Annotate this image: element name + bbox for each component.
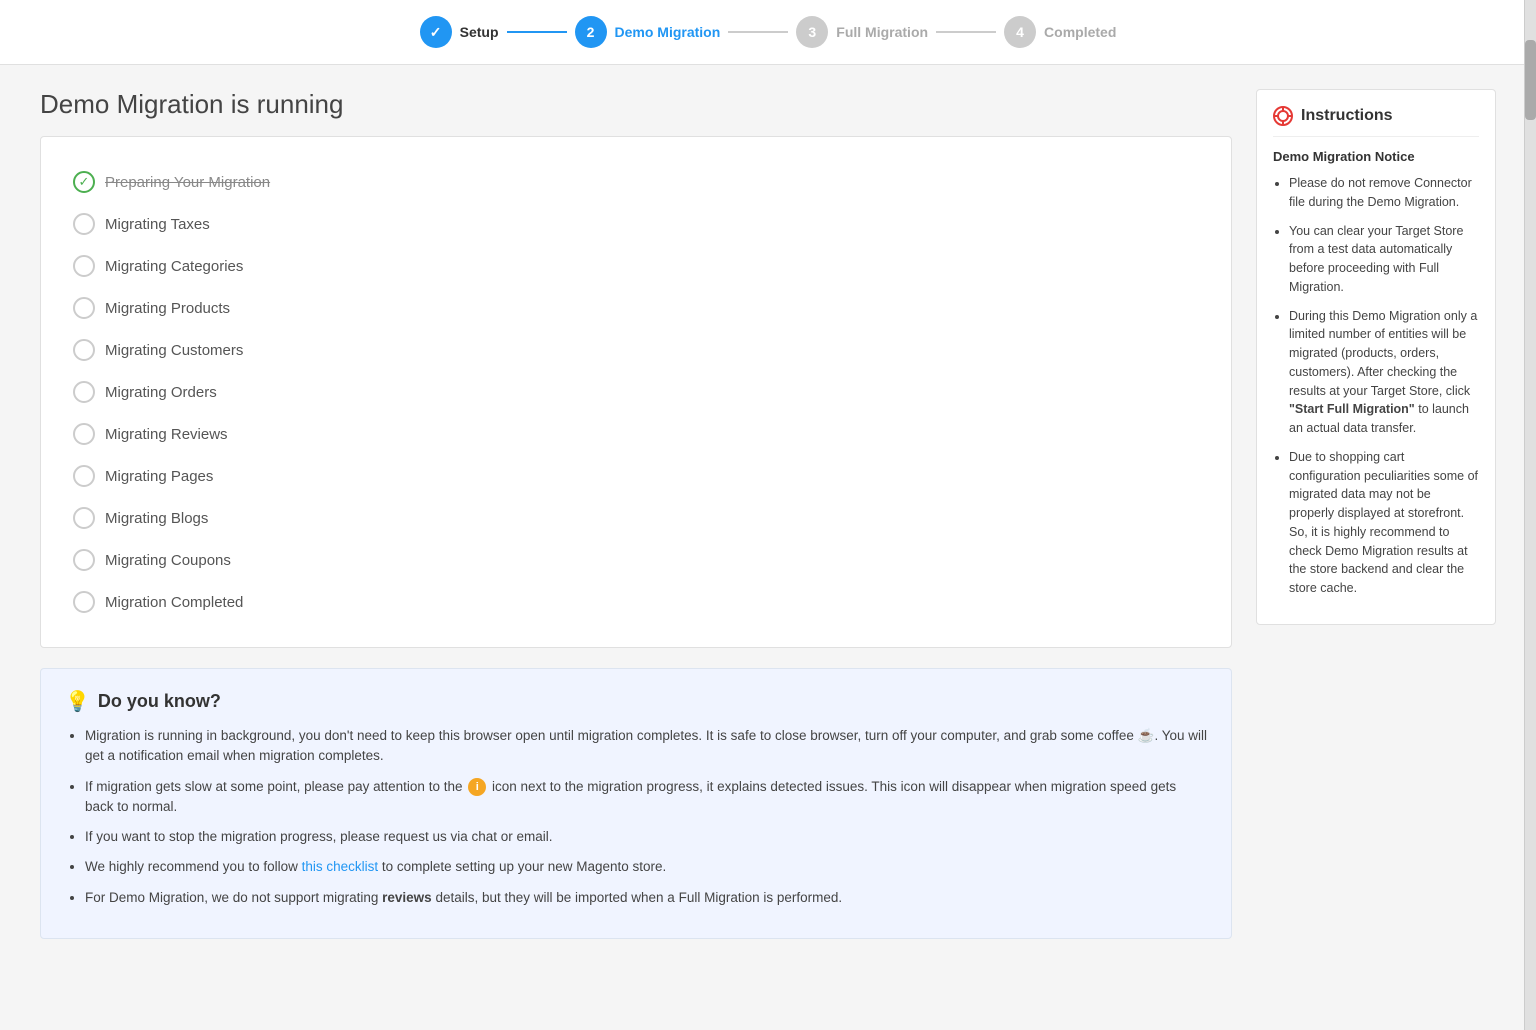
info-icon: i: [468, 778, 486, 796]
migration-item-preparing: ✓ Preparing Your Migration: [73, 161, 1199, 203]
migration-item-taxes: Migrating Taxes: [73, 203, 1199, 245]
scrollbar[interactable]: [1524, 0, 1536, 1030]
migration-label-migration-completed: Migration Completed: [105, 594, 243, 611]
step-label-setup: Setup: [460, 24, 499, 40]
circle-blogs: [73, 507, 95, 529]
migration-label-customers: Migrating Customers: [105, 342, 243, 359]
migration-label-blogs: Migrating Blogs: [105, 510, 208, 527]
migration-item-migration-completed: Migration Completed: [73, 581, 1199, 623]
step-circle-setup: ✓: [420, 16, 452, 48]
migration-item-orders: Migrating Orders: [73, 371, 1199, 413]
step-full-migration: 3 Full Migration: [796, 16, 928, 48]
instructions-panel: Instructions Demo Migration Notice Pleas…: [1256, 89, 1496, 625]
did-you-know-item-3: If you want to stop the migration progre…: [85, 827, 1207, 847]
instructions-item-2: You can clear your Target Store from a t…: [1289, 222, 1479, 297]
migration-label-coupons: Migrating Coupons: [105, 552, 231, 569]
did-you-know-title-text: Do you know?: [98, 691, 221, 712]
stepper-bar: ✓ Setup 2 Demo Migration 3 Full Migratio…: [0, 0, 1536, 65]
circle-coupons: [73, 549, 95, 571]
instructions-subtitle: Demo Migration Notice: [1273, 149, 1479, 164]
migration-item-products: Migrating Products: [73, 287, 1199, 329]
main-layout: Demo Migration is running ✓ Preparing Yo…: [0, 65, 1536, 963]
instructions-list: Please do not remove Connector file duri…: [1273, 174, 1479, 598]
migration-label-taxes: Migrating Taxes: [105, 216, 210, 233]
reviews-bold: reviews: [382, 890, 432, 905]
circle-taxes: [73, 213, 95, 235]
did-you-know-list: Migration is running in background, you …: [65, 726, 1207, 908]
checklist-link[interactable]: this checklist: [302, 859, 379, 874]
migration-label-categories: Migrating Categories: [105, 258, 243, 275]
instructions-title-text: Instructions: [1301, 107, 1393, 125]
page-title: Demo Migration is running: [40, 89, 1232, 120]
circle-customers: [73, 339, 95, 361]
step-label-completed: Completed: [1044, 24, 1116, 40]
migration-steps-box: ✓ Preparing Your Migration Migrating Tax…: [40, 136, 1232, 648]
did-you-know-item-5: For Demo Migration, we do not support mi…: [85, 888, 1207, 908]
migration-item-pages: Migrating Pages: [73, 455, 1199, 497]
check-icon-preparing: ✓: [73, 171, 95, 193]
instructions-item-4: Due to shopping cart configuration pecul…: [1289, 448, 1479, 598]
did-you-know-item-4: We highly recommend you to follow this c…: [85, 857, 1207, 877]
circle-categories: [73, 255, 95, 277]
migration-label-orders: Migrating Orders: [105, 384, 217, 401]
migration-label-preparing: Preparing Your Migration: [105, 174, 270, 191]
did-you-know-title: 💡 Do you know?: [65, 689, 1207, 714]
step-label-full: Full Migration: [836, 24, 928, 40]
circle-migration-completed: [73, 591, 95, 613]
instructions-item-3: During this Demo Migration only a limite…: [1289, 307, 1479, 438]
step-circle-completed: 4: [1004, 16, 1036, 48]
step-circle-demo: 2: [575, 16, 607, 48]
step-completed: 4 Completed: [1004, 16, 1116, 48]
step-label-demo: Demo Migration: [615, 24, 721, 40]
migration-item-reviews: Migrating Reviews: [73, 413, 1199, 455]
migration-label-products: Migrating Products: [105, 300, 230, 317]
scrollbar-thumb[interactable]: [1525, 40, 1536, 120]
step-setup: ✓ Setup: [420, 16, 499, 48]
did-you-know-box: 💡 Do you know? Migration is running in b…: [40, 668, 1232, 939]
did-you-know-item-1: Migration is running in background, you …: [85, 726, 1207, 767]
bulb-icon: 💡: [65, 689, 90, 714]
left-column: Demo Migration is running ✓ Preparing Yo…: [40, 89, 1232, 939]
start-full-migration-bold: "Start Full Migration": [1289, 402, 1415, 416]
instructions-title: Instructions: [1273, 106, 1479, 137]
migration-item-coupons: Migrating Coupons: [73, 539, 1199, 581]
stepper: ✓ Setup 2 Demo Migration 3 Full Migratio…: [0, 16, 1536, 48]
circle-pages: [73, 465, 95, 487]
connector-2: [728, 31, 788, 33]
step-demo-migration: 2 Demo Migration: [575, 16, 721, 48]
circle-orders: [73, 381, 95, 403]
circle-reviews: [73, 423, 95, 445]
connector-3: [936, 31, 996, 33]
migration-item-blogs: Migrating Blogs: [73, 497, 1199, 539]
did-you-know-item-2: If migration gets slow at some point, pl…: [85, 777, 1207, 818]
migration-label-pages: Migrating Pages: [105, 468, 213, 485]
step-circle-full: 3: [796, 16, 828, 48]
connector-1: [507, 31, 567, 33]
migration-item-categories: Migrating Categories: [73, 245, 1199, 287]
right-column: Instructions Demo Migration Notice Pleas…: [1256, 89, 1496, 939]
circle-products: [73, 297, 95, 319]
lifesaver-icon: [1273, 106, 1293, 126]
instructions-item-1: Please do not remove Connector file duri…: [1289, 174, 1479, 212]
migration-label-reviews: Migrating Reviews: [105, 426, 228, 443]
migration-item-customers: Migrating Customers: [73, 329, 1199, 371]
